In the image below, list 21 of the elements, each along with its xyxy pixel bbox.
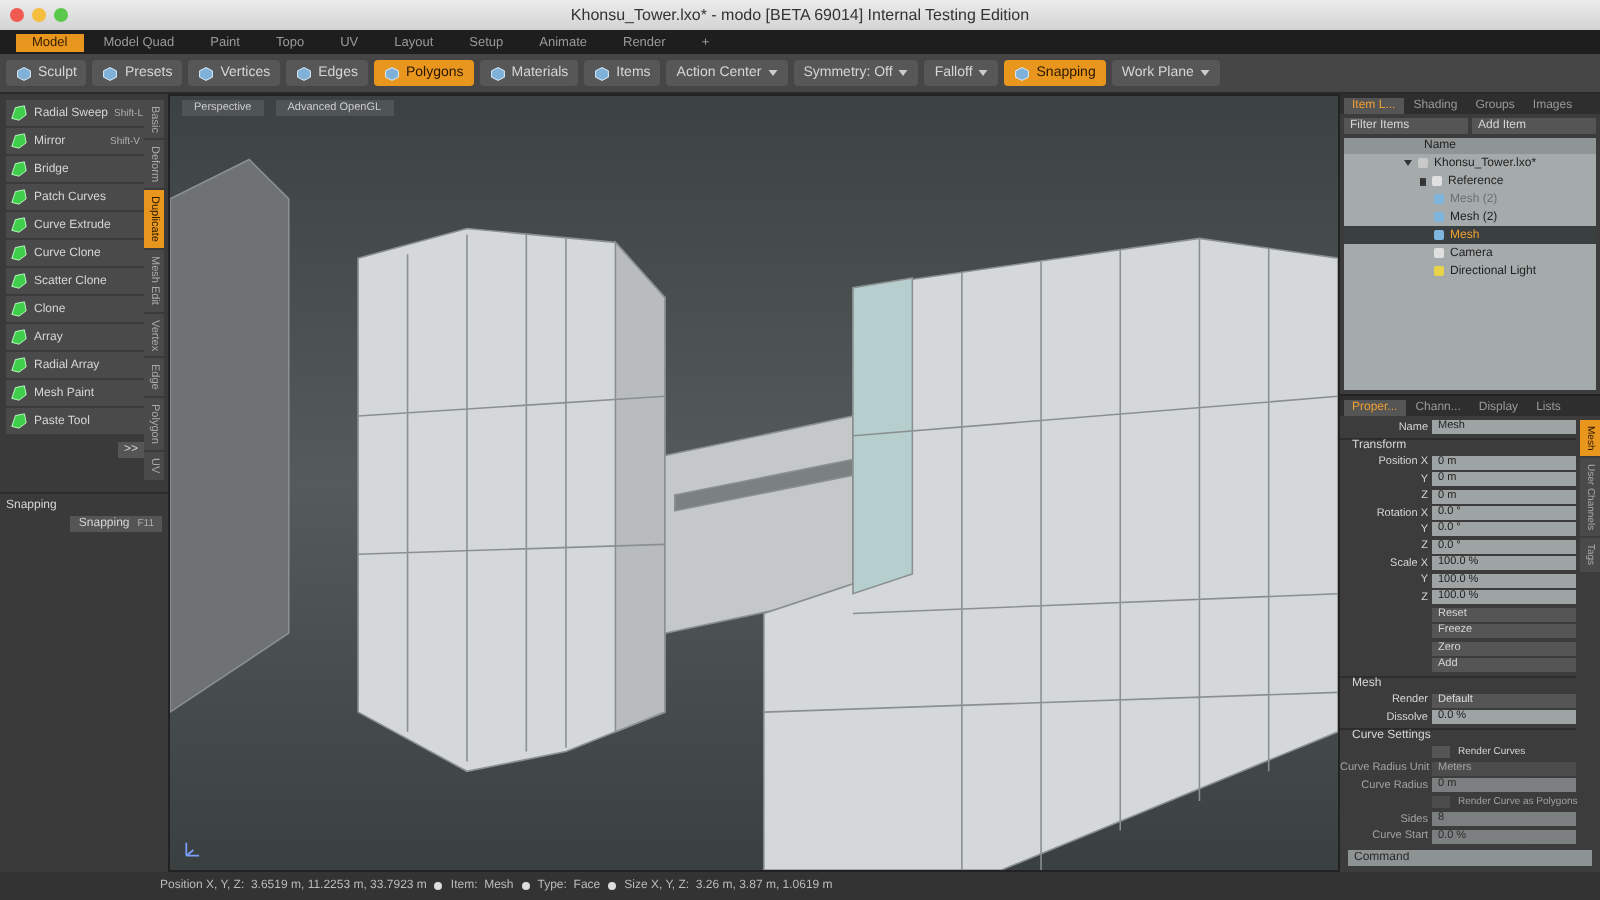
cube-icon [296,65,313,81]
cube-icon [594,65,611,81]
minimize-button[interactable] [32,8,46,22]
cube-icon [102,65,119,81]
caret-icon [978,70,989,76]
zoom-button[interactable] [54,8,68,22]
cube-icon [489,65,506,81]
cube-icon [16,65,32,81]
dot-icon [521,882,530,890]
cube-icon [1014,65,1031,81]
dot-icon [434,882,443,890]
axis-gizmo-icon [182,840,202,860]
dot-icon [608,882,617,890]
window-title: Khonsu_Tower.lxo* - modo [BETA 69014] Internal Testing Edition [568,6,1032,24]
cube-icon [198,65,215,81]
cube-icon [383,65,400,81]
close-button[interactable] [10,8,24,22]
caret-icon [767,70,778,76]
checkbox[interactable] [1432,745,1450,758]
caret-icon [1199,70,1210,76]
caret-icon [898,70,909,76]
